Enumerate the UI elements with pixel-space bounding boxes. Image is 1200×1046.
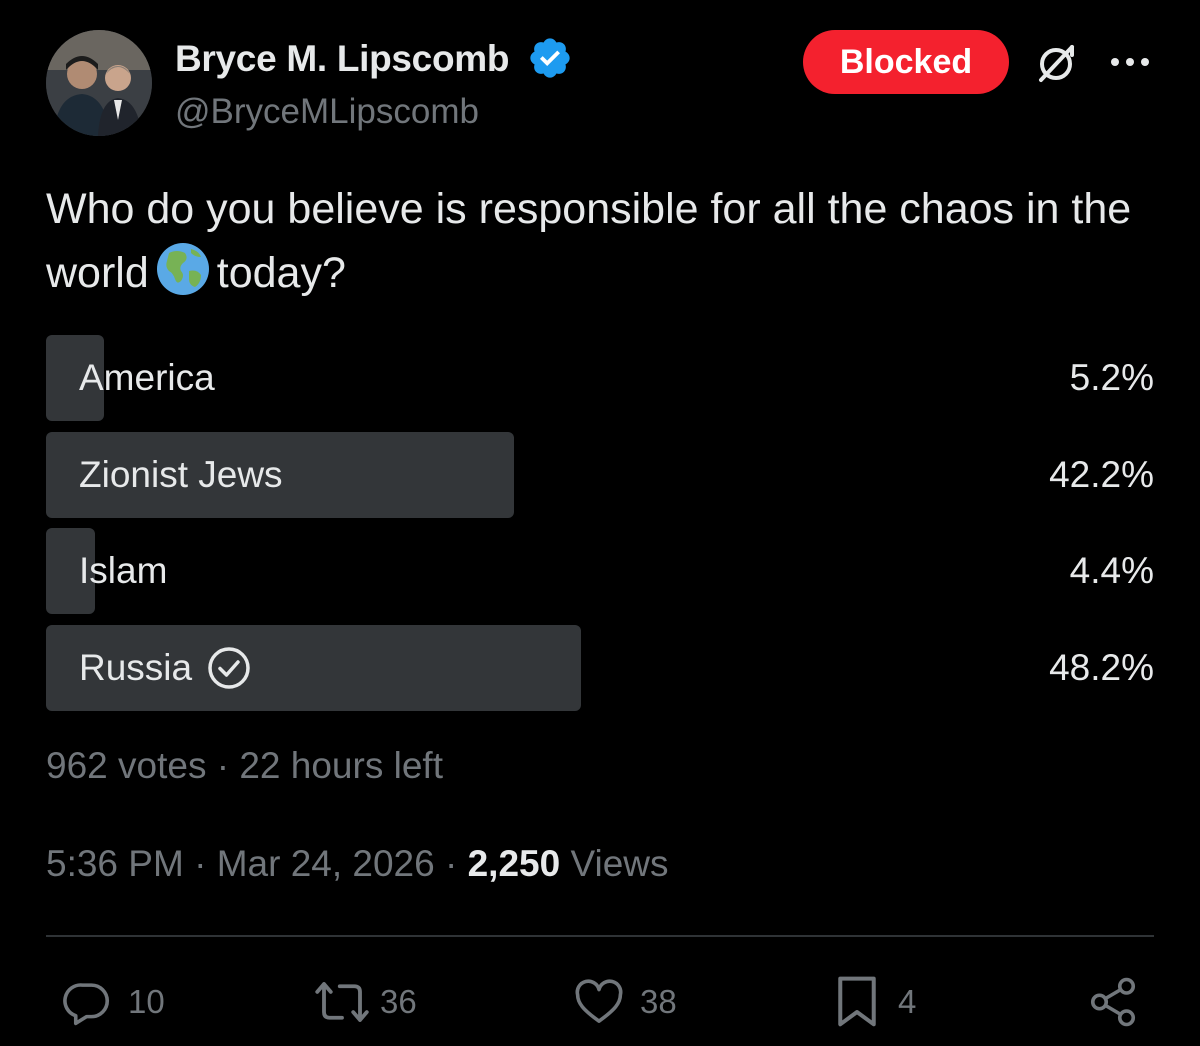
divider <box>46 935 1154 937</box>
tweet-text-end: today? <box>216 249 346 297</box>
check-circle-icon <box>208 647 250 689</box>
repost-icon <box>315 982 369 1022</box>
poll-option-percent: 48.2% <box>1049 647 1154 688</box>
like-count: 38 <box>640 983 677 1020</box>
share-button[interactable] <box>1086 973 1140 1031</box>
bookmark-icon <box>838 976 876 1027</box>
blocked-button[interactable]: Blocked <box>803 30 1009 94</box>
poll-option-text: Zionist Jews <box>79 454 283 495</box>
poll-option-text: Russia <box>79 647 193 688</box>
grok-icon[interactable] <box>1032 39 1080 87</box>
poll-option-text: Islam <box>79 550 168 591</box>
meta-separator: · <box>445 843 458 884</box>
avatar-photo <box>46 30 152 136</box>
author-handle[interactable]: @BryceMLipscomb <box>175 92 479 132</box>
poll-option-islam[interactable]: Islam 4.4% <box>46 528 1156 614</box>
reply-count: 10 <box>128 983 165 1020</box>
views-label: Views <box>570 843 669 884</box>
tweet-time[interactable]: 5:36 PM <box>46 843 184 884</box>
poll-option-america[interactable]: America 5.2% <box>46 335 1156 421</box>
reply-icon <box>63 983 109 1026</box>
more-options-icon[interactable] <box>1108 50 1152 74</box>
meta-separator: · <box>194 843 207 884</box>
author-display-name[interactable]: Bryce M. Lipscomb <box>175 38 509 80</box>
repost-button[interactable]: 36 <box>312 973 417 1031</box>
heart-icon <box>575 979 623 1023</box>
poll-separator: · <box>216 745 230 786</box>
repost-count: 36 <box>380 983 417 1020</box>
poll-option-russia[interactable]: Russia 48.2% <box>46 625 1156 711</box>
bookmark-button[interactable]: 4 <box>830 973 916 1031</box>
tweet-date[interactable]: Mar 24, 2026 <box>217 843 435 884</box>
poll-option-label: Islam <box>79 528 167 614</box>
poll-option-percent: 4.4% <box>1069 550 1154 591</box>
reply-button[interactable]: 10 <box>60 973 165 1031</box>
poll-meta: 962 votes · 22 hours left <box>46 745 443 787</box>
poll-option-percent: 42.2% <box>1049 454 1154 495</box>
bookmark-count: 4 <box>898 983 917 1020</box>
tweet-text: Who do you believe is responsible for al… <box>46 178 1156 305</box>
globe-americas-emoji-icon <box>156 243 209 295</box>
poll-option-label: Zionist Jews <box>79 432 283 518</box>
verified-badge-icon <box>530 38 570 78</box>
poll-votes: 962 votes <box>46 745 207 786</box>
like-button[interactable]: 38 <box>572 973 677 1031</box>
poll-option-percent: 5.2% <box>1069 357 1154 398</box>
poll-option-label: Russia <box>79 625 252 711</box>
poll-time-left: 22 hours left <box>239 745 443 786</box>
tweet-meta: 5:36 PM · Mar 24, 2026 · 2,250 Views <box>46 843 669 885</box>
poll-option-text: America <box>79 357 215 398</box>
poll-option-zionist-jews[interactable]: Zionist Jews 42.2% <box>46 432 1156 518</box>
poll-option-label: America <box>79 335 215 421</box>
share-icon <box>1090 977 1136 1027</box>
views-count: 2,250 <box>467 843 561 884</box>
avatar[interactable] <box>46 30 152 136</box>
